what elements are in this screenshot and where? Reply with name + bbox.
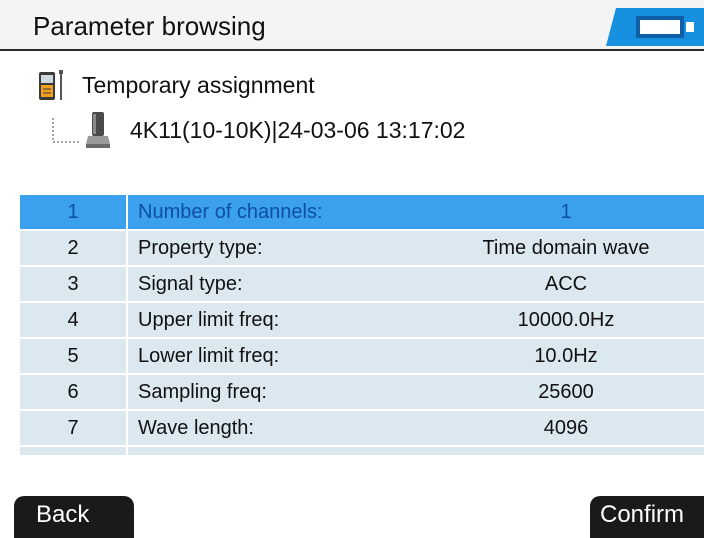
confirm-button[interactable]: Confirm [590, 496, 704, 538]
table-row[interactable]: 1 Number of channels: 1 [20, 195, 704, 231]
parameter-table: 1 Number of channels: 1 2 Property type:… [20, 195, 704, 457]
tree-connector-line [52, 118, 80, 143]
parameter-value: 10.0Hz [534, 344, 598, 367]
battery-icon [606, 8, 704, 46]
title-bar: Parameter browsing [0, 0, 704, 51]
parameter-value: 10000.0Hz [517, 308, 615, 331]
tree-node-child[interactable]: 4K11(10-10K)|24-03-06 13:17:02 [84, 110, 465, 150]
table-row-partial [20, 447, 704, 457]
parameter-name: Lower limit freq: [138, 344, 280, 367]
table-row[interactable]: 4 Upper limit freq: 10000.0Hz [20, 303, 704, 339]
table-row[interactable]: 2 Property type: Time domain wave [20, 231, 704, 267]
sensor-icon [86, 112, 110, 148]
parameter-name: Wave length: [138, 416, 254, 439]
row-number-partial [20, 447, 128, 455]
parameter-name: Signal type: [138, 272, 243, 295]
parameter-value: Time domain wave [482, 236, 650, 259]
row-number: 2 [20, 231, 128, 265]
handheld-device-icon [39, 70, 63, 100]
parameter-value: ACC [544, 272, 588, 295]
row-number: 6 [20, 375, 128, 409]
row-number: 7 [20, 411, 128, 445]
parameter-value: 25600 [538, 380, 594, 403]
parameter-name: Upper limit freq: [138, 308, 280, 331]
row-number: 5 [20, 339, 128, 373]
title-underline [0, 49, 704, 51]
back-button[interactable]: Back [14, 496, 134, 538]
tree-node-root-label: Temporary assignment [82, 71, 315, 98]
parameter-value: 1 [560, 200, 572, 223]
parameter-name: Sampling freq: [138, 380, 267, 403]
row-number: 4 [20, 303, 128, 337]
page-title: Parameter browsing [33, 11, 266, 41]
row-number: 3 [20, 267, 128, 301]
parameter-name: Number of channels: [138, 200, 323, 223]
table-row[interactable]: 6 Sampling freq: 25600 [20, 375, 704, 411]
table-row[interactable]: 5 Lower limit freq: 10.0Hz [20, 339, 704, 375]
parameter-value: 4096 [543, 416, 589, 439]
table-row[interactable]: 7 Wave length: 4096 [20, 411, 704, 447]
row-number: 1 [20, 195, 128, 229]
tree-node-root[interactable]: Temporary assignment [36, 68, 315, 102]
tree-node-child-label: 4K11(10-10K)|24-03-06 13:17:02 [130, 116, 466, 143]
parameter-name: Property type: [138, 236, 263, 259]
table-row[interactable]: 3 Signal type: ACC [20, 267, 704, 303]
